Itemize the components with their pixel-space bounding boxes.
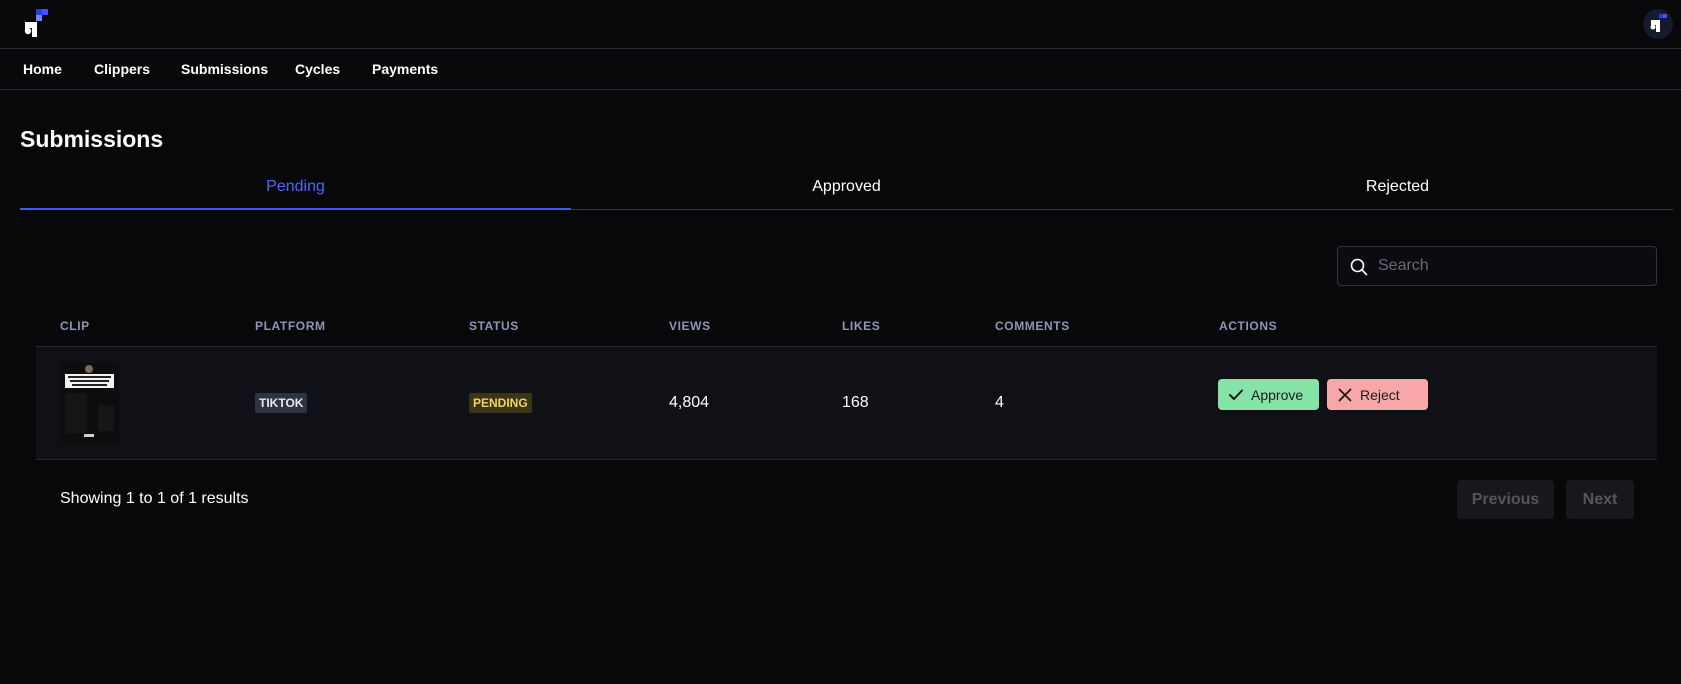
next-button[interactable]: Next xyxy=(1566,480,1634,519)
table-row: TIKTOK PENDING 4,804 168 4 Approve Rejec… xyxy=(36,346,1657,460)
nav-item-submissions[interactable]: Submissions xyxy=(181,61,268,77)
top-bar xyxy=(0,0,1681,49)
nav-item-home[interactable]: Home xyxy=(23,61,62,77)
reject-button[interactable]: Reject xyxy=(1327,379,1428,410)
approve-label: Approve xyxy=(1251,386,1304,403)
app-logo-icon[interactable] xyxy=(22,9,48,39)
clip-thumbnail[interactable] xyxy=(60,363,119,443)
check-icon xyxy=(1229,389,1243,400)
views-value: 4,804 xyxy=(669,394,710,411)
nav-item-clippers[interactable]: Clippers xyxy=(94,61,150,77)
column-header-views: VIEWS xyxy=(669,319,711,333)
reject-label: Reject xyxy=(1360,386,1400,403)
column-header-status: STATUS xyxy=(469,319,519,333)
tab-approved[interactable]: Approved xyxy=(571,170,1122,210)
approve-button[interactable]: Approve xyxy=(1218,379,1319,410)
status-tabs: Pending Approved Rejected xyxy=(20,170,1673,210)
column-header-actions: ACTIONS xyxy=(1219,319,1278,333)
main-nav: Home Clippers Submissions Cycles Payment… xyxy=(0,49,1681,90)
column-header-platform: PLATFORM xyxy=(255,319,326,333)
user-avatar-icon[interactable] xyxy=(1643,9,1673,39)
nav-item-payments[interactable]: Payments xyxy=(372,61,438,77)
search-input[interactable] xyxy=(1378,247,1648,285)
likes-value: 168 xyxy=(842,394,869,411)
tab-pending[interactable]: Pending xyxy=(20,170,571,210)
results-summary: Showing 1 to 1 of 1 results xyxy=(60,490,249,507)
column-header-likes: LIKES xyxy=(842,319,881,333)
column-header-clip: CLIP xyxy=(60,319,90,333)
tab-rejected[interactable]: Rejected xyxy=(1122,170,1673,210)
comments-value: 4 xyxy=(995,394,1004,411)
nav-item-cycles[interactable]: Cycles xyxy=(295,61,340,77)
column-header-comments: COMMENTS xyxy=(995,319,1070,333)
search-box xyxy=(1337,246,1657,286)
previous-button[interactable]: Previous xyxy=(1457,480,1554,519)
close-icon xyxy=(1338,388,1352,401)
search-icon xyxy=(1350,258,1368,276)
platform-badge: TIKTOK xyxy=(255,393,308,413)
page-title: Submissions xyxy=(20,126,164,152)
status-badge: PENDING xyxy=(469,393,532,413)
